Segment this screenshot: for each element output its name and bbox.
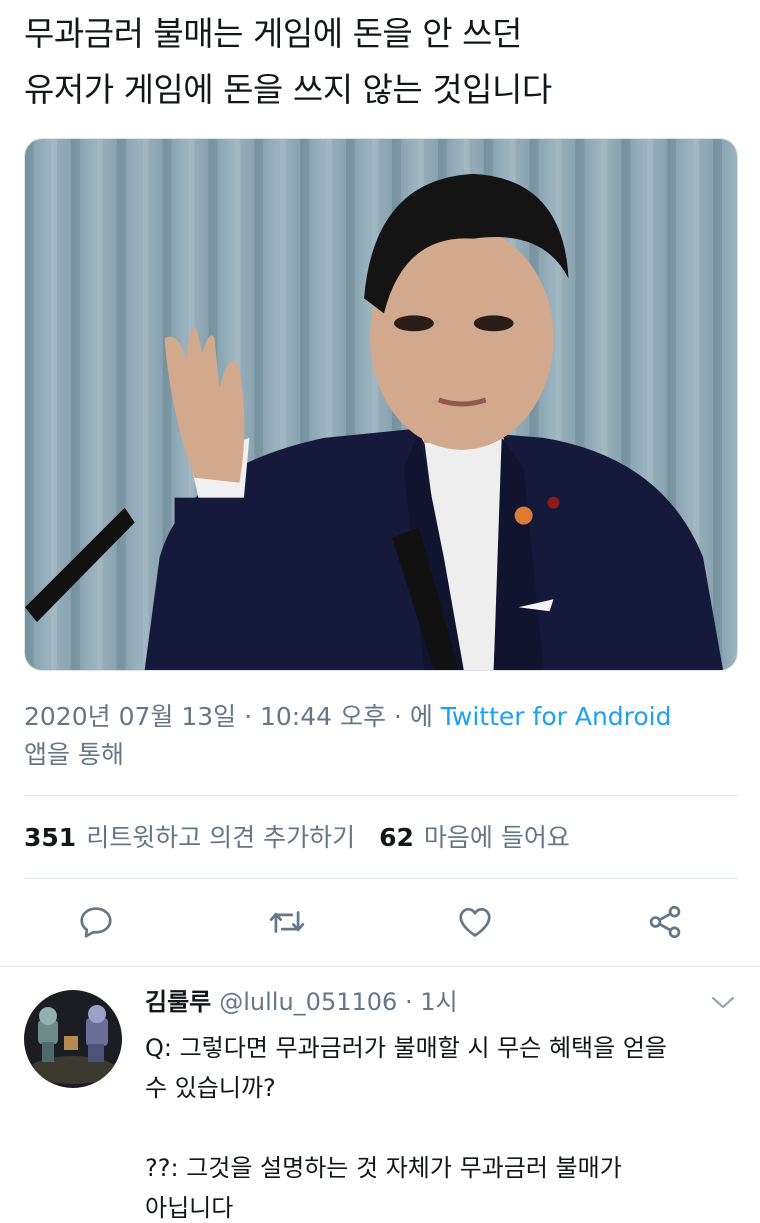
- reply-header: 김룰루 @lullu_051106 · 1시: [145, 984, 458, 1020]
- tweet-actions: [0, 900, 760, 950]
- avatar[interactable]: [24, 990, 122, 1088]
- reply-line: 수 있습니까?: [145, 1074, 276, 1102]
- divider: [0, 966, 760, 967]
- divider: [24, 878, 738, 879]
- timestamp: 2020년 07월 13일 · 10:44 오후 · 에: [24, 702, 433, 731]
- tweet-text: 무과금러 불매는 게임에 돈을 안 쓰던 유저가 게임에 돈을 쓰지 않는 것입…: [24, 6, 736, 118]
- tweet-photo[interactable]: [24, 138, 738, 671]
- like-count[interactable]: 62: [379, 823, 414, 852]
- reply-line: 아닙니다: [145, 1194, 234, 1222]
- reply-author-handle[interactable]: @lullu_051106: [219, 988, 397, 1016]
- retweet-icon: [269, 911, 305, 933]
- reply-author-name[interactable]: 김룰루: [145, 988, 211, 1016]
- avatar-image: [24, 990, 122, 1088]
- reply-button[interactable]: [74, 900, 118, 944]
- retweet-button[interactable]: [265, 900, 309, 944]
- share-icon: [649, 905, 681, 939]
- source-link[interactable]: Twitter for Android: [441, 702, 672, 731]
- divider: [24, 795, 738, 796]
- reply-text: Q: 그렇다면 무과금러가 불매할 시 무슨 혜택을 얻을 수 있습니까? ??…: [145, 1028, 745, 1223]
- reply-line: Q: 그렇다면 무과금러가 불매할 시 무슨 혜택을 얻을: [145, 1034, 667, 1062]
- tweet-text-line: 무과금러 불매는 게임에 돈을 안 쓰던: [24, 14, 522, 53]
- reply-spacer: [145, 1108, 745, 1148]
- tweet-meta: 2020년 07월 13일 · 10:44 오후 · 에 Twitter for…: [24, 698, 736, 774]
- reply-icon: [80, 907, 112, 938]
- reply-time: · 1시: [404, 988, 458, 1016]
- reply-tweet[interactable]: 김룰루 @lullu_051106 · 1시 Q: 그렇다면 무과금러가 불매할 …: [0, 972, 760, 1223]
- reply-line: ??: 그것을 설명하는 것 자체가 무과금러 불매가: [145, 1154, 622, 1182]
- tweet-stats: 351 리트윗하고 의견 추가하기 62 마음에 들어요: [24, 818, 594, 854]
- chevron-down-icon[interactable]: [708, 990, 738, 1014]
- like-button[interactable]: [453, 900, 497, 944]
- via-label: 앱을 통해: [24, 740, 124, 769]
- heart-icon: [459, 907, 491, 937]
- like-label[interactable]: 마음에 들어요: [424, 818, 570, 854]
- retweet-label[interactable]: 리트윗하고 의견 추가하기: [86, 818, 355, 854]
- retweet-count[interactable]: 351: [24, 823, 76, 852]
- press-conference-photo: [25, 139, 737, 670]
- tweet-text-line: 유저가 게임에 돈을 쓰지 않는 것입니다: [24, 70, 552, 109]
- share-button[interactable]: [643, 900, 687, 944]
